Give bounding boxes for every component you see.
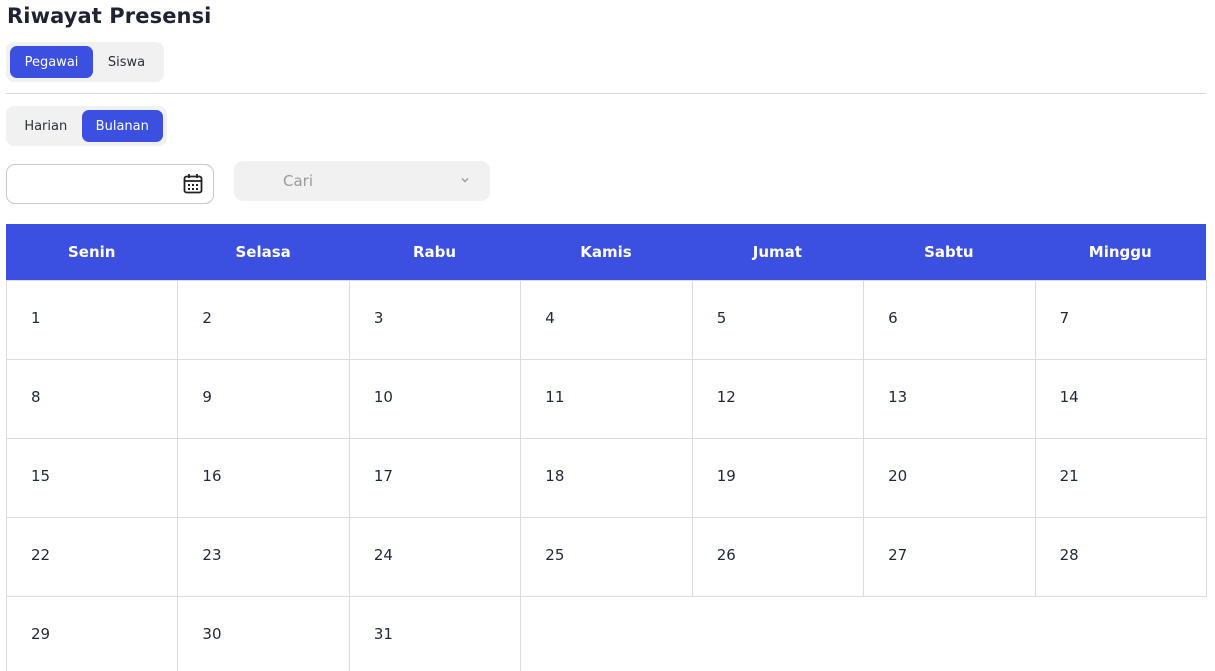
calendar-day[interactable]: 13 [863,359,1036,439]
calendar-icon[interactable] [183,173,203,195]
weekday-label: Selasa [235,243,291,261]
weekday-label: Rabu [413,243,457,261]
day-number: 26 [716,546,736,564]
divider [6,93,1206,94]
day-number: 7 [1059,309,1070,327]
calendar-day[interactable]: 8 [6,359,179,439]
calendar-day[interactable]: 12 [691,359,865,439]
day-number: 31 [373,625,393,643]
day-number: 17 [373,467,393,485]
calendar-header: Senin Selasa Rabu Kamis Jumat Sabtu Ming… [6,224,1206,280]
day-number: 3 [373,309,384,327]
day-number: 19 [716,467,736,485]
day-number: 4 [545,309,555,327]
calendar-day[interactable]: 1 [6,280,179,360]
calendar-day[interactable]: 17 [348,438,522,518]
calendar-day[interactable]: 31 [348,596,522,671]
calendar-day[interactable]: 3 [348,280,522,360]
date-field[interactable] [6,164,214,204]
calendar-day[interactable]: 9 [177,359,350,439]
calendar-day[interactable]: 26 [691,517,865,597]
day-number: 24 [373,546,393,564]
page-title: Riwayat Presensi [7,4,212,28]
weekday-label: Minggu [1088,243,1152,261]
tab-harian[interactable]: Harian [10,110,82,142]
calendar-day[interactable]: 7 [1034,280,1207,360]
day-number: 13 [888,388,908,406]
role-segmented-control: Pegawai Siswa [6,42,164,82]
calendar-day[interactable]: 5 [691,280,865,360]
page: Riwayat Presensi Pegawai Siswa Harian Bu… [0,0,1215,671]
calendar-day[interactable]: 18 [520,438,693,518]
calendar-day[interactable]: 19 [691,438,865,518]
calendar-day[interactable]: 4 [520,280,693,360]
day-number: 27 [888,546,908,564]
weekday-label: Senin [67,243,116,261]
weekday-label: Jumat [752,243,802,261]
day-number: 10 [373,388,393,406]
day-number: 1 [31,309,41,327]
calendar-day[interactable]: 30 [177,596,350,671]
day-number: 29 [31,625,51,643]
calendar-day[interactable]: 28 [1034,517,1207,597]
day-number: 20 [888,467,908,485]
calendar-day[interactable]: 24 [348,517,522,597]
day-number: 12 [716,388,736,406]
day-number: 8 [31,388,41,406]
period-segmented-control: Harian Bulanan [6,106,167,146]
calendar-day[interactable]: 25 [520,517,693,597]
calendar-day[interactable]: 29 [6,596,179,671]
calendar-day[interactable]: 23 [177,517,350,597]
calendar-day[interactable]: 2 [177,280,350,360]
day-number: 6 [888,309,898,327]
day-number: 28 [1059,546,1079,564]
calendar-day[interactable]: 14 [1034,359,1207,439]
date-input[interactable] [17,173,181,197]
tab-bulanan[interactable]: Bulanan [81,110,163,142]
day-number: 9 [202,388,212,406]
day-number: 2 [202,309,212,327]
day-number: 14 [1059,388,1079,406]
calendar-day[interactable]: 16 [177,438,350,518]
tab-siswa[interactable]: Siswa [93,46,160,78]
weekday-label: Kamis [580,243,632,261]
day-number: 16 [202,467,222,485]
day-number: 5 [716,309,727,327]
calendar-day[interactable]: 27 [863,517,1036,597]
calendar-day[interactable]: 6 [863,280,1036,360]
month-calendar: Senin Selasa Rabu Kamis Jumat Sabtu Ming… [6,224,1207,671]
day-number: 25 [545,546,565,564]
day-number: 23 [202,546,222,564]
day-number: 15 [31,467,51,485]
calendar-day[interactable]: 22 [6,517,179,597]
calendar-grid: 1 2 3 4 5 6 7 8 9 10 11 12 13 14 15 16 1… [6,280,1207,671]
search-select-placeholder: Cari [283,172,313,190]
tab-pegawai[interactable]: Pegawai [10,46,93,78]
calendar-day[interactable]: 21 [1034,438,1207,518]
day-number: 21 [1059,467,1079,485]
calendar-day[interactable]: 20 [863,438,1036,518]
search-select[interactable]: Cari [234,161,490,201]
day-number: 18 [545,467,565,485]
day-number: 30 [202,625,222,643]
weekday-label: Sabtu [924,243,974,261]
calendar-day[interactable]: 15 [6,438,179,518]
day-number: 22 [31,546,51,564]
calendar-day[interactable]: 11 [520,359,693,439]
chevron-down-icon [461,178,469,183]
day-number: 11 [545,388,565,406]
calendar-day[interactable]: 10 [348,359,522,439]
